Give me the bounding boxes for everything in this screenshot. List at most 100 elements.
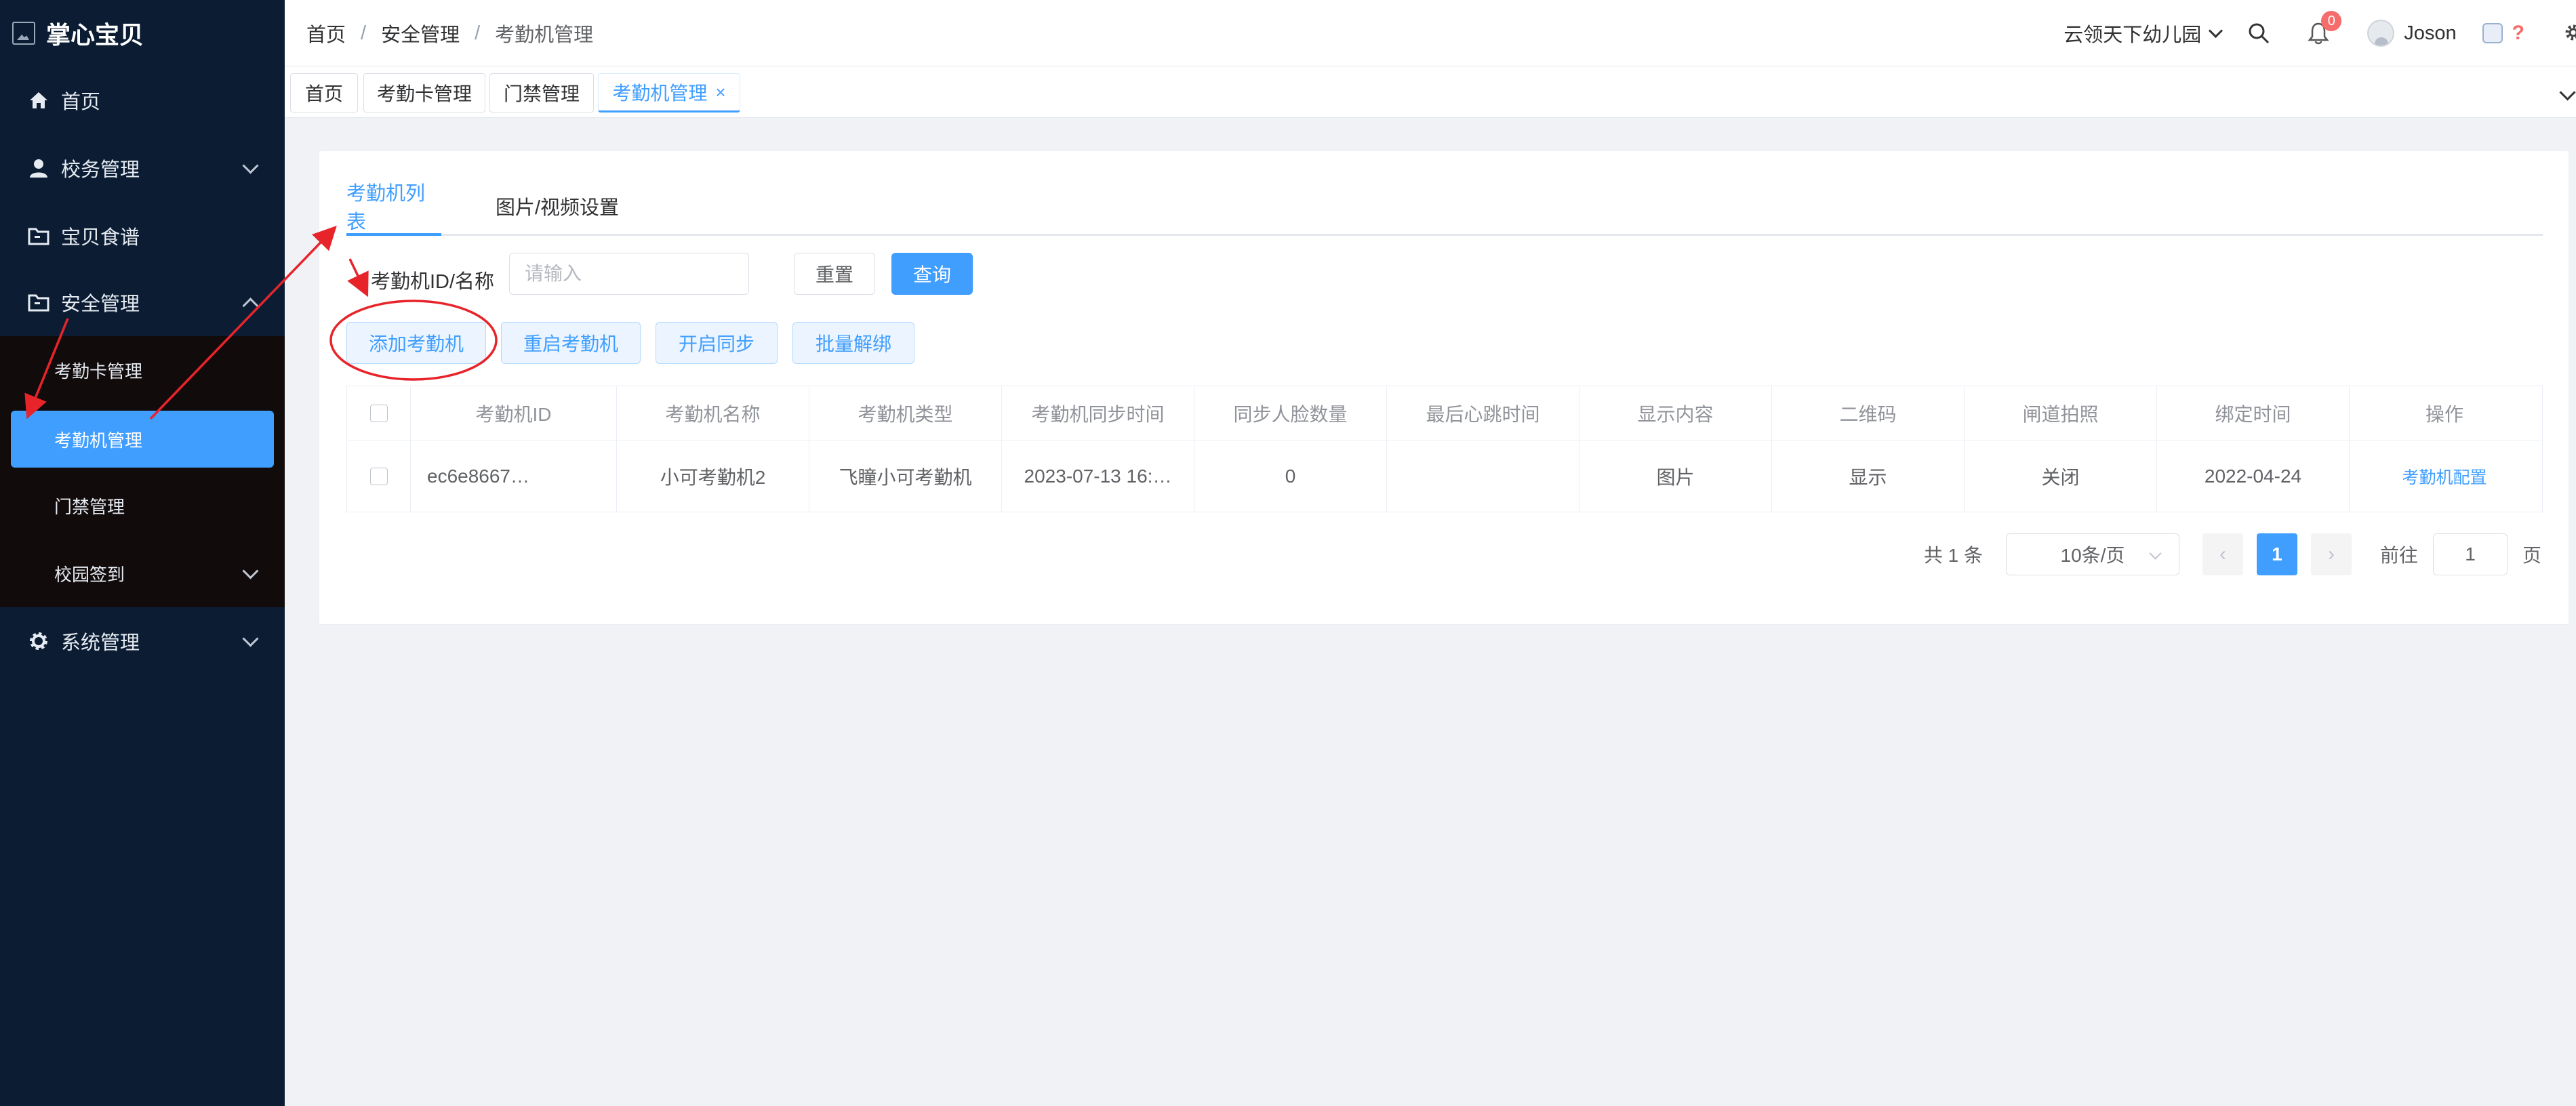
sync-time-cell: 2023-07-13 16:… (1002, 441, 1194, 512)
home-icon (27, 89, 50, 112)
user-menu[interactable]: Joson (2367, 20, 2457, 47)
notification-badge: 0 (2321, 11, 2342, 31)
goto-page-input[interactable] (2432, 533, 2508, 575)
add-machine-button[interactable]: 添加考勤机 (346, 322, 486, 364)
gate-photo-cell: 关闭 (1965, 441, 2157, 512)
qrcode-cell: 显示 (1772, 441, 1965, 512)
sidebar-item-label: 考勤卡管理 (54, 361, 143, 382)
next-page-button[interactable]: › (2310, 533, 2352, 575)
logo-image-icon (12, 22, 35, 45)
page-size-select[interactable]: 10条/页 (2005, 533, 2179, 575)
chevron-down-icon (242, 157, 259, 174)
page-size-value: 10条/页 (2060, 545, 2125, 566)
sidebar-item-campus-checkin[interactable]: 校园签到 (0, 539, 285, 607)
column-header: 绑定时间 (2157, 386, 2350, 441)
tab-label: 考勤机列表 (346, 183, 426, 233)
search-input[interactable] (509, 253, 749, 295)
sidebar-item-label: 系统管理 (61, 632, 140, 654)
page-suffix-label: 页 (2522, 545, 2541, 566)
sidebar-item-label: 安全管理 (61, 293, 140, 315)
avatar (2367, 20, 2395, 47)
app-title: 掌心宝贝 (46, 21, 144, 49)
chevron-up-icon (242, 298, 259, 314)
column-header: 考勤机类型 (809, 386, 1002, 441)
select-all-cell (347, 386, 411, 441)
sidebar-item-label: 校务管理 (61, 159, 140, 181)
sidebar-item-system[interactable]: 系统管理 (0, 607, 285, 675)
tab-image-video-settings[interactable]: 图片/视频设置 (496, 178, 619, 234)
page-tab-label: 考勤机管理 (612, 83, 708, 104)
display-content-cell: 图片 (1579, 441, 1772, 512)
sidebar-item-attendance-card[interactable]: 考勤卡管理 (0, 336, 285, 404)
batch-unbind-button[interactable]: 批量解绑 (792, 322, 914, 364)
search-label: 考勤机ID/名称 (371, 271, 495, 293)
user-icon (27, 157, 50, 180)
breadcrumb-item[interactable]: 安全管理 (381, 19, 460, 47)
settings-gear-icon[interactable] (2564, 23, 2576, 47)
sidebar-item-school-affairs[interactable]: 校务管理 (0, 134, 285, 202)
pagination: 共 1 条 10条/页 ‹ 1 › 前往 页 (1924, 533, 2541, 575)
search-icon[interactable] (2248, 22, 2270, 44)
tab-machine-list[interactable]: 考勤机列表 (346, 178, 441, 236)
column-header: 考勤机同步时间 (1002, 386, 1194, 441)
column-header: 闸道拍照 (1965, 386, 2157, 441)
chevron-down-icon (2149, 547, 2162, 560)
page-tabs-bar: 首页 考勤卡管理 门禁管理 考勤机管理 × (285, 66, 2576, 118)
chevron-right-icon: › (2327, 543, 2335, 565)
row-select-cell (347, 441, 411, 512)
sidebar-item-label: 校园签到 (54, 564, 125, 585)
breadcrumb-current: 考勤机管理 (495, 24, 594, 46)
content-tabs: 考勤机列表 图片/视频设置 (346, 178, 2543, 236)
header-actions: 云领天下幼儿园 0 Joson ? (2064, 0, 2576, 66)
folder-icon (27, 224, 50, 247)
close-icon[interactable]: × (715, 82, 725, 103)
machine-id-cell: ec6e8667… (411, 441, 617, 512)
sidebar-item-label: 门禁管理 (54, 496, 125, 517)
page-tab-attendance-card[interactable]: 考勤卡管理 (363, 73, 485, 112)
sidebar-item-access-control[interactable]: 门禁管理 (0, 472, 285, 539)
chevron-down-icon (242, 630, 259, 647)
notification-bell-icon[interactable]: 0 (2308, 11, 2342, 45)
column-header: 操作 (2425, 404, 2463, 425)
column-header: 最后心跳时间 (1387, 386, 1579, 441)
column-header: 同步人脸数量 (1194, 386, 1387, 441)
restart-machine-button[interactable]: 重启考勤机 (501, 322, 641, 364)
chevron-down-icon (2209, 23, 2223, 38)
sidebar-item-label: 宝贝食谱 (61, 227, 140, 249)
page-tab-attendance-machine[interactable]: 考勤机管理 × (598, 73, 740, 112)
page-tab-access-control[interactable]: 门禁管理 (489, 73, 594, 112)
school-selector[interactable]: 云领天下幼儿园 (2064, 19, 2223, 47)
sidebar-item-label: 首页 (61, 91, 101, 113)
sidebar-item-security[interactable]: 安全管理 (0, 268, 285, 336)
username: Joson (2404, 22, 2457, 44)
column-header: 考勤机ID (411, 386, 617, 441)
app-logo[interactable]: 掌心宝贝 (0, 0, 285, 66)
query-button[interactable]: 查询 (891, 253, 973, 295)
sidebar-item-recipes[interactable]: 宝贝食谱 (0, 202, 285, 270)
prev-page-button[interactable]: ‹ (2202, 533, 2243, 575)
sidebar-item-attendance-machine[interactable]: 考勤机管理 (11, 411, 274, 468)
page-tab-home[interactable]: 首页 (290, 73, 358, 112)
gear-icon (27, 630, 50, 653)
page-number-button[interactable]: 1 (2256, 533, 2297, 575)
sidebar-item-label: 考勤机管理 (54, 430, 143, 451)
select-all-checkbox[interactable] (369, 405, 388, 422)
column-header: 二维码 (1772, 386, 1965, 441)
app-switch-icon[interactable] (2482, 23, 2503, 43)
row-checkbox[interactable] (369, 468, 388, 485)
table-header-row: 考勤机ID 考勤机名称 考勤机类型 考勤机同步时间 同步人脸数量 最后心跳时间 … (347, 386, 2542, 441)
machine-config-link[interactable]: 考勤机配置 (2350, 441, 2539, 512)
enable-sync-button[interactable]: 开启同步 (656, 322, 778, 364)
help-icon[interactable]: ? (2512, 22, 2524, 45)
machine-name-cell: 小可考勤机2 (617, 441, 809, 512)
table-row: ec6e8667… 小可考勤机2 飞瞳小可考勤机 2023-07-13 16:…… (347, 441, 2542, 512)
chevron-left-icon: ‹ (2219, 543, 2226, 565)
chevron-down-icon[interactable] (2559, 84, 2576, 101)
sidebar-item-home[interactable]: 首页 (0, 66, 285, 134)
goto-label: 前往 (2379, 545, 2418, 566)
column-header: 考勤机名称 (617, 386, 809, 441)
pagination-total: 共 1 条 (1923, 545, 1983, 566)
chevron-down-icon (242, 562, 259, 579)
breadcrumb-item[interactable]: 首页 (306, 19, 346, 47)
reset-button[interactable]: 重置 (794, 253, 875, 295)
